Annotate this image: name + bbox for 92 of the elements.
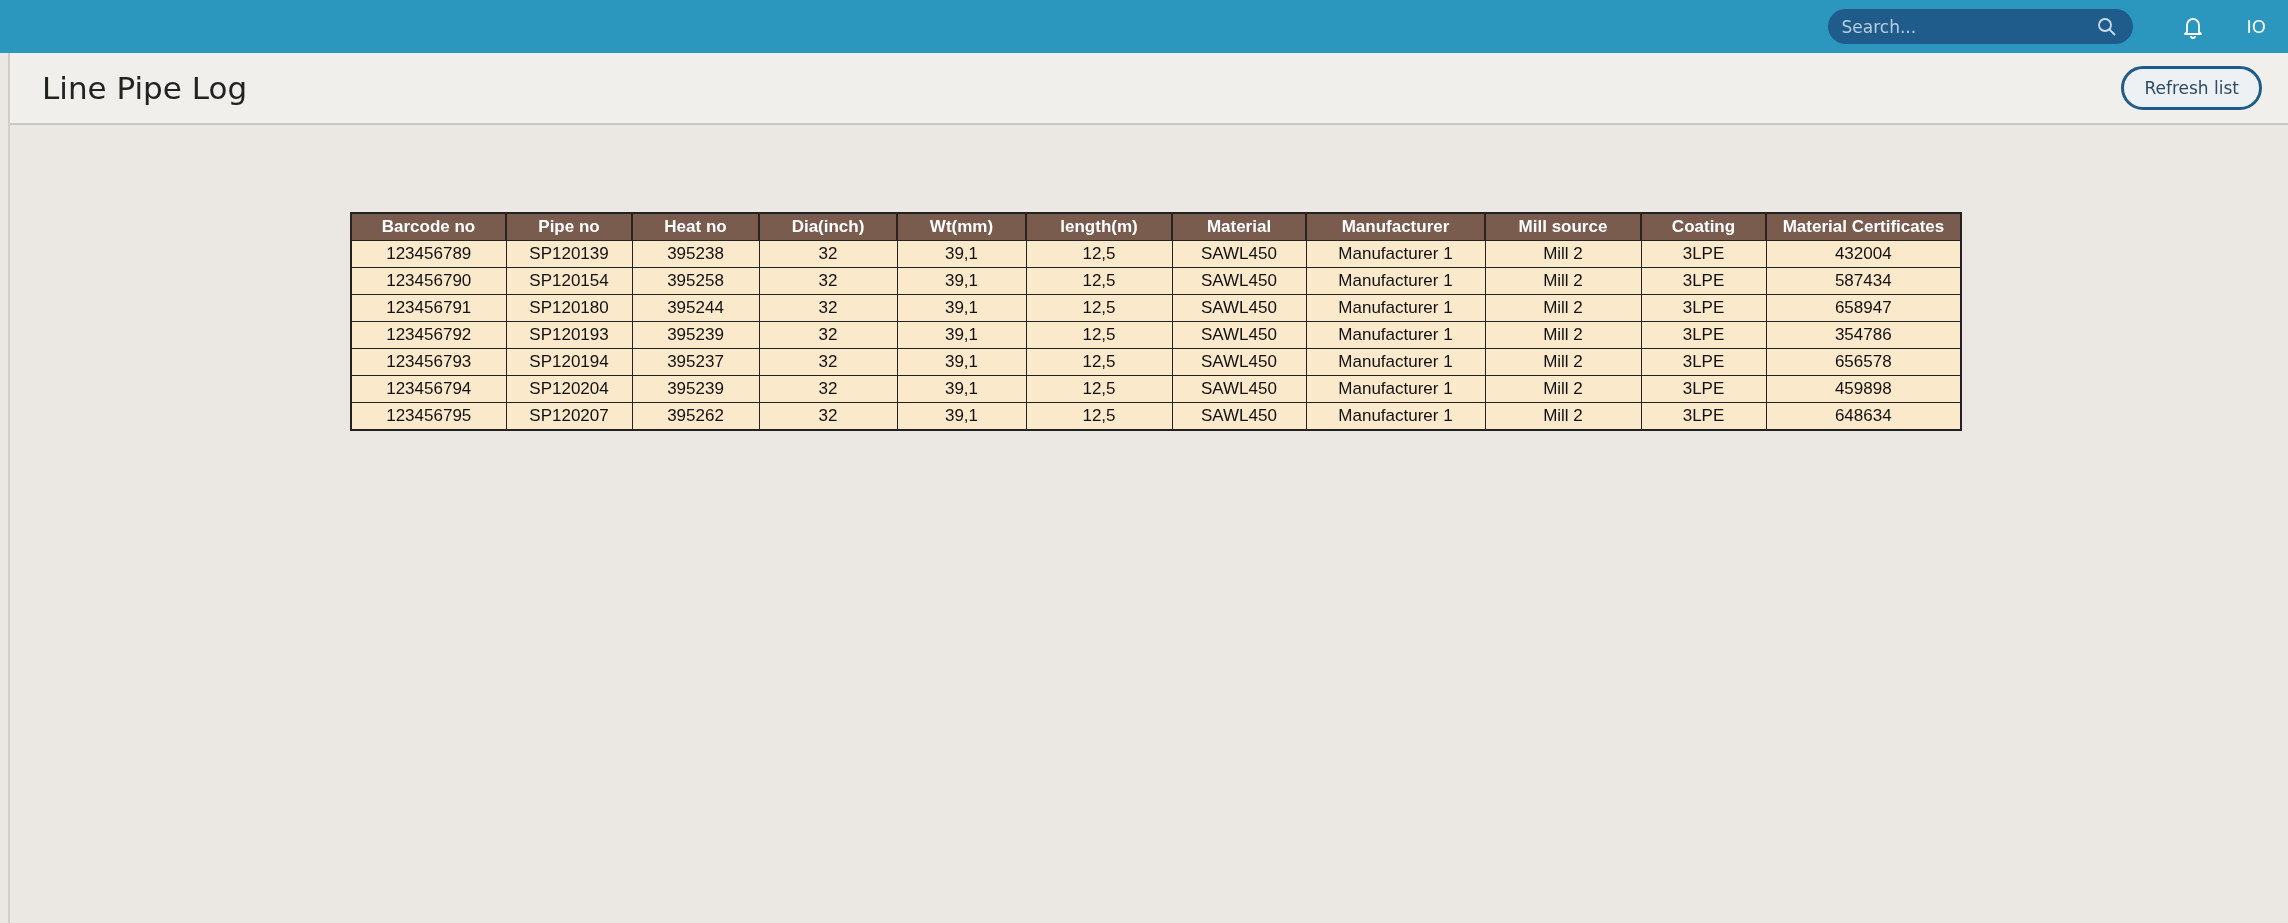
table-cell: SP120180 bbox=[506, 294, 632, 322]
table-cell: 648634 bbox=[1766, 402, 1961, 430]
table-cell: SP120193 bbox=[506, 321, 632, 349]
table-cell: 656578 bbox=[1766, 348, 1961, 376]
table-cell: 123456790 bbox=[351, 267, 506, 295]
table-cell: SP120204 bbox=[506, 375, 632, 403]
table-cell: 32 bbox=[759, 402, 897, 430]
table-cell: Manufacturer 1 bbox=[1306, 240, 1485, 268]
column-header: Dia(inch) bbox=[759, 213, 897, 241]
table-cell: Mill 2 bbox=[1485, 321, 1641, 349]
table-cell: SAWL450 bbox=[1172, 267, 1306, 295]
table-cell: 395239 bbox=[632, 321, 759, 349]
table-cell: 12,5 bbox=[1026, 240, 1172, 268]
table-cell: Mill 2 bbox=[1485, 402, 1641, 430]
column-header: Coating bbox=[1641, 213, 1766, 241]
table-cell: 123456793 bbox=[351, 348, 506, 376]
table-cell: 39,1 bbox=[897, 402, 1026, 430]
table-cell: 395262 bbox=[632, 402, 759, 430]
table-cell: 3LPE bbox=[1641, 402, 1766, 430]
table-cell: SAWL450 bbox=[1172, 402, 1306, 430]
table-cell: 12,5 bbox=[1026, 348, 1172, 376]
table-cell: 39,1 bbox=[897, 240, 1026, 268]
table-cell: 39,1 bbox=[897, 294, 1026, 322]
column-header: Pipe no bbox=[506, 213, 632, 241]
table-cell: 354786 bbox=[1766, 321, 1961, 349]
table-cell: 395237 bbox=[632, 348, 759, 376]
table-cell: Mill 2 bbox=[1485, 294, 1641, 322]
table-cell: 432004 bbox=[1766, 240, 1961, 268]
table-cell: 123456795 bbox=[351, 402, 506, 430]
table-cell: Manufacturer 1 bbox=[1306, 321, 1485, 349]
refresh-list-button[interactable]: Refresh list bbox=[2121, 66, 2262, 110]
table-cell: Manufacturer 1 bbox=[1306, 348, 1485, 376]
table-cell: 587434 bbox=[1766, 267, 1961, 295]
table-cell: 123456792 bbox=[351, 321, 506, 349]
table-cell: 32 bbox=[759, 267, 897, 295]
table-cell: Manufacturer 1 bbox=[1306, 294, 1485, 322]
table-cell: Manufacturer 1 bbox=[1306, 375, 1485, 403]
table-cell: SAWL450 bbox=[1172, 375, 1306, 403]
column-header: Mill source bbox=[1485, 213, 1641, 241]
column-header: Wt(mm) bbox=[897, 213, 1026, 241]
table-cell: 32 bbox=[759, 240, 897, 268]
table-cell: Manufacturer 1 bbox=[1306, 267, 1485, 295]
table-cell: 395244 bbox=[632, 294, 759, 322]
table-cell: 123456789 bbox=[351, 240, 506, 268]
column-header: Material bbox=[1172, 213, 1306, 241]
table-cell: 395239 bbox=[632, 375, 759, 403]
table-cell: 12,5 bbox=[1026, 267, 1172, 295]
table-cell: SP120139 bbox=[506, 240, 632, 268]
table-cell: 3LPE bbox=[1641, 267, 1766, 295]
table-cell: 32 bbox=[759, 375, 897, 403]
table-cell: 123456791 bbox=[351, 294, 506, 322]
search-icon[interactable] bbox=[2096, 17, 2117, 37]
table-cell: Mill 2 bbox=[1485, 348, 1641, 376]
search-field[interactable]: Search... bbox=[1827, 9, 2133, 44]
table-cell: 12,5 bbox=[1026, 294, 1172, 322]
table-cell: SAWL450 bbox=[1172, 240, 1306, 268]
table-cell: 395238 bbox=[632, 240, 759, 268]
table-cell: 39,1 bbox=[897, 375, 1026, 403]
table-cell: 32 bbox=[759, 321, 897, 349]
table-cell: 32 bbox=[759, 294, 897, 322]
column-header: length(m) bbox=[1026, 213, 1172, 241]
table-cell: 39,1 bbox=[897, 321, 1026, 349]
table-cell: 12,5 bbox=[1026, 321, 1172, 349]
table-cell: 32 bbox=[759, 348, 897, 376]
table-cell: 3LPE bbox=[1641, 348, 1766, 376]
column-header: Barcode no bbox=[351, 213, 506, 241]
table-cell: 39,1 bbox=[897, 348, 1026, 376]
table-cell: Mill 2 bbox=[1485, 375, 1641, 403]
page-title: Line Pipe Log bbox=[42, 70, 248, 106]
table-cell: 658947 bbox=[1766, 294, 1961, 322]
table-cell: 3LPE bbox=[1641, 240, 1766, 268]
table-cell: 3LPE bbox=[1641, 294, 1766, 322]
table-cell: SP120207 bbox=[506, 402, 632, 430]
table-cell: 459898 bbox=[1766, 375, 1961, 403]
table-cell: Mill 2 bbox=[1485, 267, 1641, 295]
table-cell: SAWL450 bbox=[1172, 321, 1306, 349]
table-cell: SP120154 bbox=[506, 267, 632, 295]
table-cell: Mill 2 bbox=[1485, 240, 1641, 268]
table-cell: SP120194 bbox=[506, 348, 632, 376]
table-cell: SAWL450 bbox=[1172, 348, 1306, 376]
column-header: Manufacturer bbox=[1306, 213, 1485, 241]
table-cell: 3LPE bbox=[1641, 375, 1766, 403]
table-cell: 3LPE bbox=[1641, 321, 1766, 349]
column-header: Heat no bbox=[632, 213, 759, 241]
table-cell: 123456794 bbox=[351, 375, 506, 403]
column-header: Material Certificates bbox=[1766, 213, 1961, 241]
table-cell: 12,5 bbox=[1026, 402, 1172, 430]
table-cell: 12,5 bbox=[1026, 375, 1172, 403]
table-cell: Manufacturer 1 bbox=[1306, 402, 1485, 430]
table-cell: 395258 bbox=[632, 267, 759, 295]
table-cell: 39,1 bbox=[897, 267, 1026, 295]
table-cell: SAWL450 bbox=[1172, 294, 1306, 322]
